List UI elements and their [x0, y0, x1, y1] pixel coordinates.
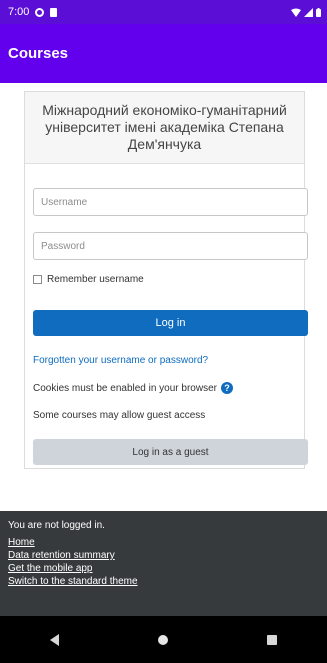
- back-icon[interactable]: [49, 633, 59, 646]
- battery-icon: [316, 7, 321, 17]
- app-bar: Courses: [0, 24, 327, 83]
- footer-link-mobile-app[interactable]: Get the mobile app: [8, 563, 93, 574]
- login-status: You are not logged in.: [8, 520, 105, 531]
- status-bar: 7:00: [0, 0, 327, 24]
- home-icon[interactable]: [157, 634, 168, 645]
- login-card: Міжнародний економіко-гуманітарний уніве…: [24, 91, 308, 469]
- guest-access-note: Some courses may allow guest access: [33, 410, 206, 421]
- cookies-text: Cookies must be enabled in your browser: [33, 382, 217, 394]
- remember-username[interactable]: Remember username: [33, 274, 144, 285]
- notification-icon: [35, 7, 45, 17]
- page-footer: You are not logged in. Home Data retenti…: [0, 511, 327, 616]
- recent-apps-icon[interactable]: [267, 634, 278, 645]
- login-button[interactable]: Log in: [33, 310, 308, 336]
- cookies-notice: Cookies must be enabled in your browser …: [33, 382, 233, 394]
- footer-link-data-retention[interactable]: Data retention summary: [8, 550, 115, 561]
- forgot-password-link[interactable]: Forgotten your username or password?: [33, 355, 208, 366]
- wifi-icon: [291, 8, 301, 17]
- status-bar-left: 7:00: [8, 6, 58, 18]
- main-content: Міжнародний економіко-гуманітарний уніве…: [0, 83, 327, 511]
- footer-link-home[interactable]: Home: [8, 537, 35, 548]
- status-time: 7:00: [8, 6, 30, 18]
- username-input[interactable]: [33, 188, 308, 216]
- footer-link-standard-theme[interactable]: Switch to the standard theme: [8, 576, 138, 587]
- system-nav-bar: [0, 616, 327, 663]
- remember-label: Remember username: [47, 274, 144, 285]
- remember-checkbox[interactable]: [33, 275, 42, 284]
- page-title: Courses: [8, 45, 69, 62]
- password-input[interactable]: [33, 232, 308, 260]
- help-icon[interactable]: ?: [220, 382, 233, 394]
- status-bar-right: [291, 7, 321, 17]
- organization-name: Міжнародний економіко-гуманітарний уніве…: [25, 92, 304, 164]
- sim-card-icon: [50, 7, 58, 17]
- guest-login-button[interactable]: Log in as a guest: [33, 439, 308, 465]
- signal-icon: [304, 7, 313, 17]
